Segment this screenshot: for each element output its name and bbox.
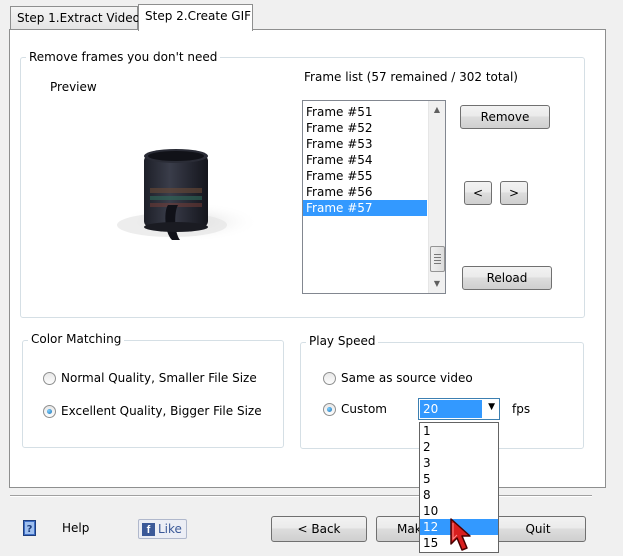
fps-combobox[interactable]: 20 ▼	[418, 398, 500, 420]
like-label: Like	[158, 522, 182, 536]
scroll-thumb[interactable]	[430, 246, 445, 272]
fps-unit-label: fps	[512, 402, 531, 416]
scroll-down-arrow-icon[interactable]: ▼	[429, 276, 445, 292]
footer-separator	[10, 495, 592, 497]
preview-label: Preview	[50, 80, 97, 94]
fps-option[interactable]: 5	[420, 471, 498, 487]
radio-unchecked-icon[interactable]	[43, 371, 56, 385]
frame-list[interactable]: Frame #51 Frame #52 Frame #53 Frame #54 …	[302, 100, 446, 294]
preview-image	[60, 110, 290, 270]
scroll-up-arrow-icon[interactable]: ▲	[429, 102, 445, 118]
same-as-source-radio[interactable]: Same as source video	[323, 371, 473, 385]
help-label[interactable]: Help	[62, 521, 89, 535]
back-button[interactable]: < Back	[271, 516, 367, 542]
prev-frame-button[interactable]: <	[464, 181, 492, 205]
custom-speed-radio[interactable]: Custom	[323, 402, 387, 416]
frame-list-item[interactable]: Frame #55	[303, 168, 427, 184]
mouse-cursor-icon	[448, 516, 478, 553]
frame-list-label: Frame list (57 remained / 302 total)	[304, 70, 518, 84]
fps-option[interactable]: 2	[420, 439, 498, 455]
excellent-quality-radio[interactable]: Excellent Quality, Bigger File Size	[43, 404, 262, 418]
color-matching-group	[22, 340, 284, 448]
tab-create-gif[interactable]: Step 2.Create GIF	[138, 4, 253, 31]
chevron-down-icon[interactable]: ▼	[488, 402, 495, 412]
frame-list-item[interactable]: Frame #51	[303, 104, 427, 120]
normal-quality-radio[interactable]: Normal Quality, Smaller File Size	[43, 371, 257, 385]
fps-combobox-value: 20	[420, 400, 482, 418]
fps-option[interactable]: 8	[420, 487, 498, 503]
reload-button[interactable]: Reload	[462, 266, 552, 290]
color-matching-legend: Color Matching	[28, 332, 125, 346]
custom-speed-label: Custom	[341, 402, 387, 416]
quit-button[interactable]: Quit	[490, 516, 586, 542]
frame-list-scrollbar[interactable]: ▲ ▼	[428, 101, 445, 293]
remove-button[interactable]: Remove	[460, 105, 550, 129]
frame-list-item[interactable]: Frame #53	[303, 136, 427, 152]
play-speed-legend: Play Speed	[306, 334, 379, 348]
tab-create-gif-label: Step 2.Create GIF	[145, 9, 252, 23]
svg-text:?: ?	[27, 524, 33, 535]
facebook-like-button[interactable]: f Like	[138, 519, 187, 539]
excellent-quality-label: Excellent Quality, Bigger File Size	[61, 404, 262, 418]
radio-unchecked-icon[interactable]	[323, 371, 336, 385]
radio-checked-icon[interactable]	[43, 404, 56, 418]
tab-extract-video[interactable]: Step 1.Extract Video	[10, 6, 140, 30]
tab-extract-video-label: Step 1.Extract Video	[17, 11, 140, 25]
same-as-source-label: Same as source video	[341, 371, 473, 385]
make-gif-label: Mak	[397, 522, 422, 536]
normal-quality-label: Normal Quality, Smaller File Size	[61, 371, 257, 385]
fps-option[interactable]: 3	[420, 455, 498, 471]
frame-list-item-selected[interactable]: Frame #57	[303, 200, 427, 216]
frame-list-item[interactable]: Frame #54	[303, 152, 427, 168]
facebook-icon: f	[142, 522, 155, 536]
frame-list-item[interactable]: Frame #52	[303, 120, 427, 136]
next-frame-button[interactable]: >	[500, 181, 528, 205]
help-icon[interactable]: ?	[23, 520, 36, 536]
fps-option[interactable]: 1	[420, 423, 498, 439]
radio-checked-icon[interactable]	[323, 402, 336, 416]
frames-group-legend: Remove frames you don't need	[26, 50, 221, 64]
frame-list-item[interactable]: Frame #56	[303, 184, 427, 200]
